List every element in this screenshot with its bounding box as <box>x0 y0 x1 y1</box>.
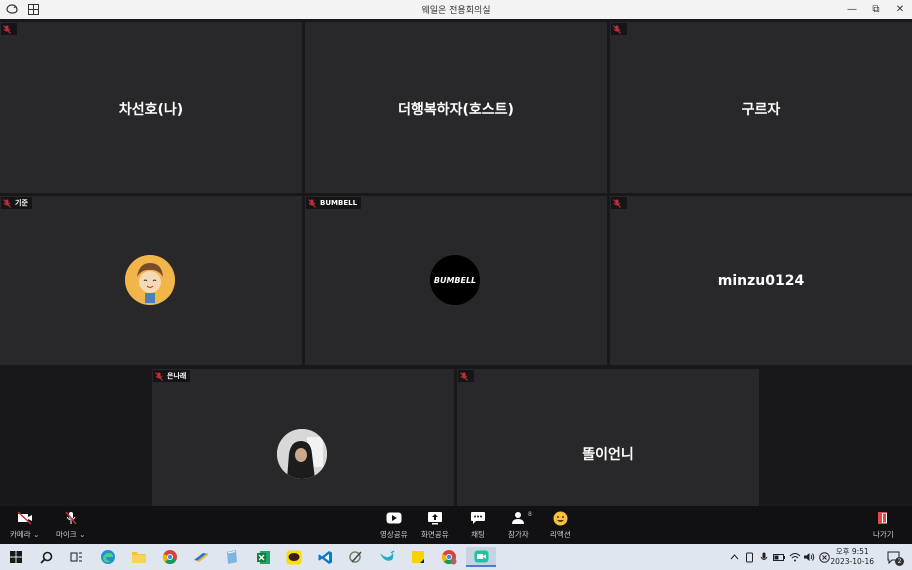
sticky-notes-icon[interactable] <box>408 547 428 567</box>
chrome-profile-icon[interactable] <box>439 547 459 567</box>
exit-door-icon <box>877 509 889 527</box>
system-clock[interactable]: 오후 9:51 2023-10-16 <box>830 547 874 567</box>
participant-tag: BUMBELL <box>306 197 362 209</box>
mic-muted-icon <box>611 23 623 35</box>
minimize-button[interactable]: — <box>843 1 861 17</box>
video-grid: 차선호(나) 더행복하자(호스트) 구르자 기준 BUMBELL BUMBELL… <box>0 19 912 506</box>
app-icon[interactable] <box>346 547 366 567</box>
participant-tag <box>611 197 627 209</box>
camera-off-icon <box>17 509 33 527</box>
participant-tile[interactable]: 더행복하자(호스트) <box>305 22 607 193</box>
participant-tag: 은나래 <box>153 370 191 382</box>
chevron-down-icon[interactable]: ⌄ <box>79 530 85 539</box>
edge-browser-icon[interactable] <box>98 547 118 567</box>
avatar: BUMBELL <box>430 255 480 305</box>
participants-button[interactable]: 참가자 <box>508 509 529 540</box>
mic-muted-icon <box>611 197 623 209</box>
screen-share-label: 화면공유 <box>421 530 449 539</box>
participant-tag-name: BUMBELL <box>320 199 358 207</box>
participant-tile[interactable]: BUMBELL BUMBELL <box>305 196 607 365</box>
play-video-icon <box>386 509 402 527</box>
vscode-icon[interactable] <box>315 547 335 567</box>
participant-tag <box>611 23 627 35</box>
close-circle-icon[interactable] <box>818 551 830 563</box>
participant-name: 똘이언니 <box>582 447 634 463</box>
avatar <box>277 429 327 479</box>
video-share-label: 영상공유 <box>380 530 408 539</box>
mic-off-icon <box>65 509 77 527</box>
camera-button[interactable]: 카메라 ⌄ <box>10 509 39 540</box>
mic-muted-icon <box>1 197 13 209</box>
participant-tile[interactable]: minzu0124 <box>610 196 912 365</box>
participants-count: 8 <box>528 511 532 518</box>
participant-tile[interactable]: 똘이언니 <box>457 369 759 506</box>
participant-name: 차선호(나) <box>118 102 184 118</box>
camera-label: 카메라 <box>10 530 31 539</box>
speaker-icon[interactable] <box>803 551 815 563</box>
participant-tag <box>458 370 474 382</box>
file-explorer-icon[interactable] <box>129 547 149 567</box>
participant-tile[interactable]: 기준 <box>0 196 302 365</box>
video-share-button[interactable]: 영상공유 <box>380 509 408 540</box>
notepad-icon[interactable] <box>222 547 242 567</box>
participant-name: minzu0124 <box>717 273 805 289</box>
notification-count: 2 <box>895 557 904 566</box>
kakaotalk-icon[interactable] <box>284 547 304 567</box>
meeting-toolbar: 카메라 ⌄ 마이크 ⌄ 영상공유 화면공유 채팅 참가자 8 리액션 나가기 <box>0 506 912 544</box>
excel-icon[interactable] <box>253 547 273 567</box>
close-button[interactable]: ✕ <box>891 1 909 17</box>
reaction-button[interactable]: 리액션 <box>550 509 571 540</box>
chat-button[interactable]: 채팅 <box>470 509 486 540</box>
whale-on-meeting-icon[interactable] <box>466 547 496 567</box>
smiley-icon <box>553 509 568 527</box>
mic-muted-icon <box>306 197 318 209</box>
clock-time: 오후 9:51 <box>835 547 869 556</box>
person-icon <box>511 509 525 527</box>
clock-date: 2023-10-16 <box>830 557 874 566</box>
chrome-icon[interactable] <box>160 547 180 567</box>
chevron-down-icon[interactable]: ⌄ <box>33 530 39 539</box>
chat-label: 채팅 <box>471 530 485 539</box>
search-icon[interactable] <box>36 547 56 567</box>
participant-tile[interactable]: 차선호(나) <box>0 22 302 193</box>
window-title: 웨일온 전용회의실 <box>421 6 491 16</box>
mic-label: 마이크 <box>56 530 77 539</box>
restore-button[interactable]: ⧉ <box>867 1 885 17</box>
windows-taskbar: 오후 9:51 2023-10-16 2 <box>0 544 912 570</box>
app-icon[interactable] <box>191 547 211 567</box>
screen-share-button[interactable]: 화면공유 <box>421 509 449 540</box>
participant-tag <box>1 23 17 35</box>
mic-muted-icon <box>458 370 470 382</box>
notification-icon[interactable]: 2 <box>884 547 904 567</box>
screen-share-icon <box>427 509 443 527</box>
phone-icon[interactable] <box>743 551 755 563</box>
chat-icon <box>470 509 486 527</box>
microphone-icon[interactable] <box>758 551 770 563</box>
mic-muted-icon <box>1 23 13 35</box>
mic-button[interactable]: 마이크 ⌄ <box>56 509 85 540</box>
leave-button[interactable]: 나가기 <box>873 509 894 540</box>
task-view-icon[interactable] <box>66 547 86 567</box>
leave-label: 나가기 <box>873 530 894 539</box>
participants-label: 참가자 <box>508 530 529 539</box>
participant-name: 더행복하자(호스트) <box>398 102 514 118</box>
mic-muted-icon <box>153 370 165 382</box>
avatar-logo-text: BUMBELL <box>433 275 477 285</box>
chevron-up-icon[interactable] <box>728 551 740 563</box>
participant-tag-name: 기준 <box>15 199 28 207</box>
whale-browser-icon[interactable] <box>377 547 397 567</box>
participant-name: 구르자 <box>741 102 781 118</box>
title-bar: 웨일온 전용회의실 — ⧉ ✕ <box>0 0 912 19</box>
wifi-icon[interactable] <box>789 551 801 563</box>
avatar <box>125 255 175 305</box>
windows-start-icon[interactable] <box>6 547 26 567</box>
battery-icon[interactable] <box>773 551 785 563</box>
participant-tag-name: 은나래 <box>167 372 187 380</box>
participant-tile[interactable]: 구르자 <box>610 22 912 193</box>
participant-tag: 기준 <box>1 197 32 209</box>
participant-tile[interactable]: 은나래 <box>152 369 454 506</box>
reaction-label: 리액션 <box>550 530 571 539</box>
